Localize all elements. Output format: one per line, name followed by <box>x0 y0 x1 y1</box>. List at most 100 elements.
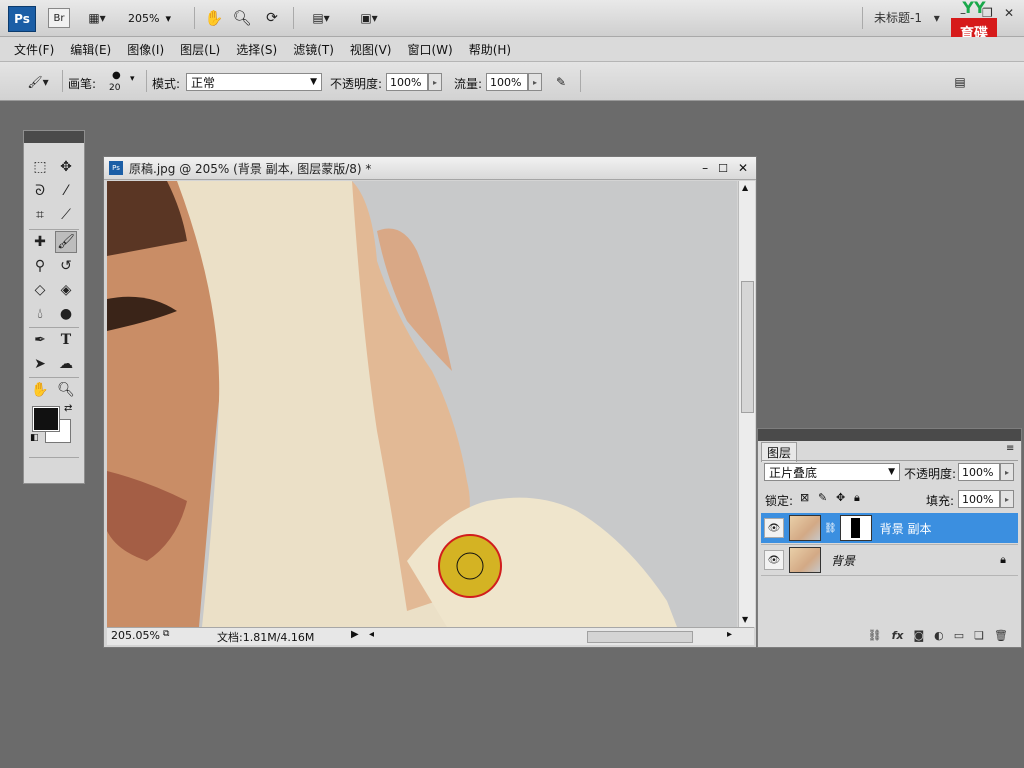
layers-panel-header[interactable] <box>758 429 1021 441</box>
mode-value: 正常 <box>191 75 216 90</box>
vertical-scrollbar[interactable]: ▲ ▼ <box>738 181 755 627</box>
eraser-icon[interactable]: ◇ <box>29 279 51 301</box>
clone-stamp-icon[interactable]: ⚲ <box>29 255 51 277</box>
brush-dot-icon: ● <box>112 70 121 81</box>
panel-menu-icon[interactable]: ≡ <box>1006 443 1014 454</box>
scroll-left-icon[interactable]: ◂ <box>369 629 374 640</box>
adjustment-layer-icon[interactable]: ◐ <box>934 629 944 642</box>
layer-style-icon[interactable]: fx <box>892 629 904 642</box>
zoom-status[interactable]: 205.05% <box>111 629 160 642</box>
layer-mask-thumbnail[interactable] <box>839 515 872 541</box>
dodge-tool-icon[interactable]: ● <box>55 303 77 325</box>
layer-row[interactable]: 👁︎ 背景 🔒︎ <box>761 544 1018 576</box>
bridge-button[interactable]: Br <box>48 8 70 28</box>
zoom-tool-icon[interactable]: 🔍︎ <box>55 379 77 401</box>
hand-tool-icon[interactable]: ✋ <box>204 8 224 28</box>
brand-mark: YY <box>962 0 986 17</box>
mode-select[interactable]: 正常 ▼ <box>186 73 322 91</box>
tab-layers[interactable]: 图层 <box>761 442 798 462</box>
lasso-tool-icon[interactable]: ᘐ <box>29 180 51 202</box>
image-canvas[interactable] <box>107 181 737 627</box>
flow-slider-button[interactable]: ▸ <box>528 73 542 91</box>
path-selection-icon[interactable]: ➤ <box>29 353 51 375</box>
lock-transparency-icon[interactable]: ⊠ <box>800 491 809 504</box>
visibility-eye-icon[interactable]: 👁︎ <box>764 550 784 570</box>
menu-image[interactable]: 图像(I) <box>119 41 172 58</box>
pen-tool-icon[interactable]: ✒ <box>29 329 51 351</box>
history-brush-icon[interactable]: ↺ <box>55 255 77 277</box>
arrange-documents-button[interactable]: ▤▾ <box>304 8 338 28</box>
minimize-icon[interactable]: – <box>702 161 708 175</box>
scroll-down-icon[interactable]: ▼ <box>742 615 748 624</box>
zoom-level-combo[interactable]: 205% ▾ <box>128 9 180 27</box>
marquee-tool-icon[interactable]: ⬚ <box>29 156 51 178</box>
type-tool-icon[interactable]: T <box>55 329 77 351</box>
brush-picker[interactable]: ● 20 ▾ <box>104 70 140 96</box>
menu-layer[interactable]: 图层(L) <box>172 41 228 58</box>
lock-position-icon[interactable]: ✥ <box>836 491 845 504</box>
move-tool-icon[interactable]: ✥ <box>55 156 77 178</box>
visibility-eye-icon[interactable]: 👁︎ <box>764 518 784 538</box>
photoshop-logo: Ps <box>8 6 36 32</box>
zoom-tool-icon[interactable]: 🔍︎ <box>232 8 252 28</box>
rotate-view-icon[interactable]: ⟳ <box>262 8 282 28</box>
healing-brush-icon[interactable]: ✚ <box>29 231 51 253</box>
lock-pixels-icon[interactable]: ✎ <box>818 491 827 504</box>
view-extras-button[interactable]: ▦▾ <box>82 8 112 28</box>
shape-tool-icon[interactable]: ☁ <box>55 353 77 375</box>
mask-link-icon[interactable]: ⛓ <box>824 523 837 534</box>
new-group-icon[interactable]: ▭ <box>954 629 964 642</box>
fill-slider-button[interactable]: ▸ <box>1000 490 1014 508</box>
close-icon[interactable]: ✕ <box>738 161 748 175</box>
flow-field[interactable]: 100% <box>486 73 528 91</box>
opacity-slider-button[interactable]: ▸ <box>428 73 442 91</box>
delete-layer-icon[interactable]: 🗑︎ <box>994 629 1008 642</box>
blur-tool-icon[interactable]: 💧︎ <box>29 303 51 325</box>
magic-wand-icon[interactable]: ⁄ <box>55 180 77 202</box>
vertical-scroll-thumb[interactable] <box>741 281 754 413</box>
tool-preset-picker[interactable]: 🖌︎▾ <box>20 72 56 92</box>
screen-mode-icon: ▣▾ <box>360 11 378 25</box>
screen-mode-button[interactable]: ▣▾ <box>352 8 386 28</box>
new-layer-icon[interactable]: ❏ <box>974 629 984 642</box>
maximize-icon[interactable]: ☐ <box>718 162 728 175</box>
chevron-down-icon: ▾ <box>933 11 940 25</box>
foreground-color-swatch[interactable] <box>33 407 59 431</box>
default-colors-icon[interactable]: ◧ <box>30 433 39 443</box>
fill-field[interactable]: 100% <box>958 490 1000 508</box>
scroll-up-icon[interactable]: ▲ <box>742 183 748 192</box>
crop-tool-icon[interactable]: ⌗ <box>29 204 51 226</box>
paint-bucket-icon[interactable]: ◈ <box>55 279 77 301</box>
menu-view[interactable]: 视图(V) <box>342 41 400 58</box>
tools-panel-header[interactable] <box>24 131 84 143</box>
swap-colors-icon[interactable]: ⇄ <box>64 403 72 414</box>
close-icon[interactable]: ✕ <box>1004 6 1014 20</box>
lock-all-icon[interactable]: 🔒︎ <box>854 491 860 505</box>
blend-mode-select[interactable]: 正片叠底 ▼ <box>764 463 900 481</box>
menu-edit[interactable]: 编辑(E) <box>62 41 119 58</box>
menu-file[interactable]: 文件(F) <box>6 41 62 58</box>
link-layers-icon[interactable]: ⛓ <box>868 629 882 642</box>
layer-opacity-field[interactable]: 100% <box>958 463 1000 481</box>
menu-help[interactable]: 帮助(H) <box>461 41 519 58</box>
menu-select[interactable]: 选择(S) <box>228 41 285 58</box>
brush-size: 20 <box>109 83 121 93</box>
layer-row[interactable]: 👁︎ ⛓ 背景 副本 <box>761 513 1018 543</box>
opacity-field[interactable]: 100% <box>386 73 428 91</box>
hand-tool-icon[interactable]: ✋ <box>29 379 51 401</box>
status-menu-icon[interactable]: ▶ <box>351 629 359 640</box>
workspace-document-title[interactable]: 未标题-1 ▾ <box>874 9 940 26</box>
document-titlebar[interactable]: Ps 原稿.jpg @ 205% (背景 副本, 图层蒙版/8) * – ☐ ✕ <box>104 157 756 180</box>
horizontal-scroll-thumb[interactable] <box>587 631 693 643</box>
add-mask-icon[interactable]: ◙ <box>913 629 924 642</box>
brush-tool-icon[interactable]: 🖌︎ <box>55 231 77 253</box>
separator <box>29 377 79 378</box>
scroll-right-icon[interactable]: ▸ <box>727 629 732 640</box>
menu-filter[interactable]: 滤镜(T) <box>285 41 342 58</box>
menu-window[interactable]: 窗口(W) <box>399 41 460 58</box>
eyedropper-icon[interactable]: ⟋ <box>55 204 77 226</box>
panel-toggle-icon[interactable]: ▤ <box>950 72 970 92</box>
lock-icon: 🔒︎ <box>1000 553 1006 566</box>
airbrush-icon[interactable]: ✎ <box>550 72 572 92</box>
layer-opacity-slider-button[interactable]: ▸ <box>1000 463 1014 481</box>
